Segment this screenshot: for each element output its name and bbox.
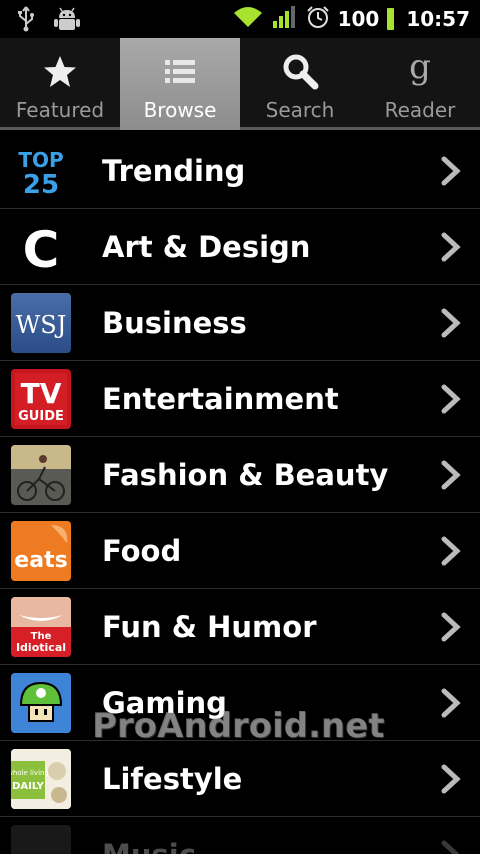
battery-icon (387, 8, 395, 30)
tab-reader[interactable]: g Reader (360, 38, 480, 130)
category-row-art-design[interactable]: C Art & Design (0, 209, 480, 285)
wsj-icon: WSJ (11, 293, 71, 353)
bicycle-photo-icon (11, 445, 71, 505)
tab-browse[interactable]: Browse (120, 38, 240, 130)
signal-icon (272, 5, 298, 33)
svg-text:g: g (409, 52, 431, 87)
category-label: Music (102, 817, 196, 854)
top25-number-text: 25 (23, 170, 59, 200)
category-label: Gaming (102, 686, 227, 720)
google-reader-icon: g (360, 52, 480, 92)
tv-guide-guide-text: GUIDE (18, 409, 64, 424)
category-row-lifestyle[interactable]: whole living DAILY Lifestyle (0, 741, 480, 817)
chevron-right-icon (441, 384, 461, 414)
usb-icon (16, 6, 36, 36)
category-row-gaming[interactable]: Gaming (0, 665, 480, 741)
battery-level: 100 (337, 7, 380, 31)
category-row-fun-humor[interactable]: The Idiotical Fun & Humor (0, 589, 480, 665)
android-debug-icon (54, 7, 80, 35)
category-row-food[interactable]: eats Food (0, 513, 480, 589)
tab-bar: Featured Browse Search g Reader (0, 38, 480, 130)
chevron-right-icon (441, 232, 461, 262)
category-row-business[interactable]: WSJ Business (0, 285, 480, 361)
category-row-music[interactable]: Music (0, 817, 480, 854)
chevron-right-icon (441, 840, 460, 854)
whole-living-text: whole living (11, 769, 49, 777)
tv-guide-tv-text: TV (21, 377, 62, 410)
wifi-icon (232, 5, 264, 33)
whole-living-icon: whole living DAILY (11, 749, 71, 809)
tab-featured[interactable]: Featured (0, 38, 120, 130)
chevron-right-icon (441, 308, 461, 338)
category-list: TOP 25 Trending C Art & Design WSJ Busin… (0, 133, 480, 854)
idiotical-icon: The Idiotical (11, 597, 71, 657)
top25-top-text: TOP (18, 148, 63, 172)
category-label: Lifestyle (102, 762, 243, 796)
chevron-right-icon (441, 612, 461, 642)
chevron-right-icon (441, 156, 461, 186)
chevron-right-icon (441, 764, 461, 794)
category-label: Trending (102, 154, 246, 188)
eats-icon: eats (11, 521, 71, 581)
top25-icon: TOP 25 (11, 141, 71, 201)
tab-search-label: Search (265, 98, 335, 122)
star-icon (0, 52, 120, 92)
idiotical-name-text: Idiotical (16, 641, 66, 654)
tab-featured-label: Featured (15, 98, 105, 122)
category-row-entertainment[interactable]: TV GUIDE Entertainment (0, 361, 480, 437)
chevron-right-icon (441, 536, 461, 566)
category-label: Business (102, 306, 247, 340)
c-icon-text: C (23, 221, 60, 277)
status-bar: 100 10:57 (0, 0, 480, 38)
eats-icon-text: eats (14, 548, 67, 573)
whole-living-daily-text: DAILY (12, 781, 45, 792)
category-label: Entertainment (102, 382, 339, 416)
mushroom-icon (11, 673, 71, 733)
tab-search[interactable]: Search (240, 38, 360, 130)
search-icon (240, 52, 360, 92)
chevron-right-icon (441, 688, 461, 718)
alarm-icon (306, 5, 330, 33)
category-label: Food (102, 534, 182, 568)
list-icon (120, 52, 240, 92)
chevron-right-icon (441, 460, 461, 490)
music-icon (11, 825, 71, 854)
tv-guide-icon: TV GUIDE (11, 369, 71, 429)
category-label: Art & Design (102, 230, 311, 264)
c-icon: C (11, 217, 71, 277)
category-label: Fun & Humor (102, 610, 317, 644)
tab-reader-label: Reader (384, 98, 456, 122)
clock: 10:57 (406, 7, 470, 31)
tab-browse-label: Browse (143, 98, 217, 122)
category-row-fashion-beauty[interactable]: Fashion & Beauty (0, 437, 480, 513)
wsj-icon-text: WSJ (16, 311, 67, 339)
category-label: Fashion & Beauty (102, 458, 389, 492)
category-row-trending[interactable]: TOP 25 Trending (0, 133, 480, 209)
